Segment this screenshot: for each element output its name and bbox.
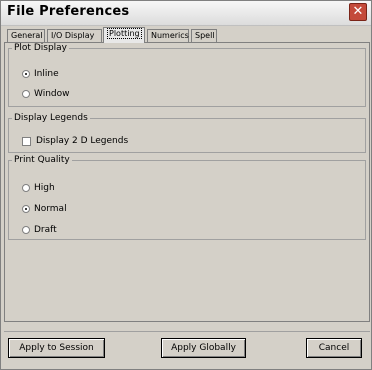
cancel-button[interactable]: Cancel xyxy=(306,338,362,358)
radio-inline-indicator xyxy=(22,70,30,78)
tab-panel-plotting: Plot Display Inline Window Display Legen… xyxy=(4,42,370,322)
radio-window-indicator xyxy=(22,90,30,98)
tab-numerics[interactable]: Numerics xyxy=(147,29,189,42)
tab-plotting-label: Plotting xyxy=(107,28,142,39)
print-quality-group: Print Quality High Normal Draft xyxy=(8,155,366,240)
checkbox-label: Display 2 D Legends xyxy=(36,136,129,146)
radio-high-label: High xyxy=(34,183,55,193)
radio-high-indicator xyxy=(22,184,30,192)
close-icon[interactable]: ✕ xyxy=(349,3,367,21)
title-bar: File Preferences ✕ xyxy=(1,1,371,26)
tab-spell[interactable]: Spell xyxy=(191,29,217,42)
tab-general[interactable]: General xyxy=(7,29,45,42)
plot-display-group: Plot Display Inline Window xyxy=(8,43,366,107)
print-quality-legend: Print Quality xyxy=(14,155,70,165)
tab-plotting[interactable]: Plotting xyxy=(103,27,145,43)
preferences-window: File Preferences ✕ General I/O Display P… xyxy=(0,0,372,370)
tab-io-display[interactable]: I/O Display xyxy=(47,29,102,42)
radio-draft-indicator xyxy=(22,226,30,234)
apply-globally-button[interactable]: Apply Globally xyxy=(161,338,246,358)
radio-normal-label: Normal xyxy=(34,204,67,214)
display-legends-legend: Display Legends xyxy=(14,113,88,123)
display-legends-group: Display Legends Display 2 D Legends xyxy=(8,113,366,153)
radio-window-label: Window xyxy=(34,89,70,99)
window-title: File Preferences xyxy=(7,4,130,19)
radio-draft-label: Draft xyxy=(34,225,57,235)
radio-normal-indicator xyxy=(22,205,30,213)
apply-to-session-button[interactable]: Apply to Session xyxy=(8,338,105,358)
checkbox-box xyxy=(22,137,31,146)
footer-divider xyxy=(4,331,370,332)
plot-display-legend: Plot Display xyxy=(14,43,67,53)
radio-inline-label: Inline xyxy=(34,69,59,79)
